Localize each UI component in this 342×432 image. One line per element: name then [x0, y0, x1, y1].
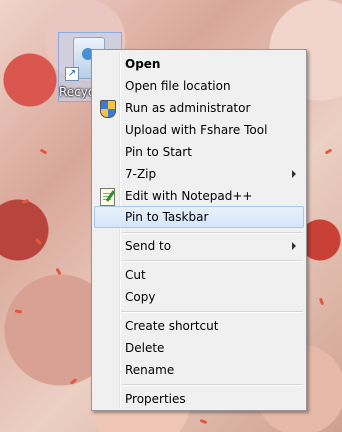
menu-item-label: Send to — [125, 239, 172, 253]
menu-item-label: Create shortcut — [125, 319, 219, 333]
menu-item-label: Copy — [125, 290, 156, 304]
menu-item-run-as-administrator[interactable]: Run as administrator — [94, 97, 304, 119]
background-sprinkle — [39, 148, 48, 155]
menu-item-rename[interactable]: Rename — [94, 359, 304, 381]
menu-item-label: Pin to Start — [125, 145, 192, 159]
menu-item-create-shortcut[interactable]: Create shortcut — [94, 315, 304, 337]
background-sprinkle — [324, 148, 333, 155]
uac-shield-icon — [100, 100, 116, 118]
background-sprinkle — [14, 309, 23, 314]
menu-item-edit-with-notepadpp[interactable]: Edit with Notepad++ — [94, 185, 304, 207]
submenu-arrow-icon — [292, 242, 296, 250]
menu-item-label: Upload with Fshare Tool — [125, 123, 268, 137]
menu-item-cut[interactable]: Cut — [94, 264, 304, 286]
menu-item-label: 7-Zip — [125, 167, 157, 181]
menu-item-send-to[interactable]: Send to — [94, 235, 304, 257]
background-sprinkle — [318, 297, 325, 306]
menu-item-upload-fshare[interactable]: Upload with Fshare Tool — [94, 119, 304, 141]
background-sprinkle — [55, 267, 62, 276]
menu-item-label: Open file location — [125, 79, 231, 93]
menu-item-pin-to-start[interactable]: Pin to Start — [94, 141, 304, 163]
menu-item-open-file-location[interactable]: Open file location — [94, 75, 304, 97]
menu-item-label: Properties — [125, 392, 186, 406]
menu-item-label: Cut — [125, 268, 146, 282]
background-sprinkle — [199, 418, 208, 425]
menu-item-open[interactable]: Open — [94, 53, 304, 75]
menu-item-label: Edit with Notepad++ — [125, 189, 253, 203]
menu-separator — [121, 260, 303, 262]
shortcut-arrow-icon: ↗ — [65, 67, 79, 81]
menu-item-properties[interactable]: Properties — [94, 388, 304, 410]
submenu-arrow-icon — [292, 170, 296, 178]
menu-separator — [121, 311, 303, 313]
menu-separator — [121, 384, 303, 386]
menu-item-label: Run as administrator — [125, 101, 251, 115]
background-sprinkle — [34, 237, 43, 246]
background-sprinkle — [69, 378, 78, 385]
menu-item-pin-to-taskbar[interactable]: Pin to Taskbar — [94, 206, 304, 228]
menu-item-delete[interactable]: Delete — [94, 337, 304, 359]
menu-separator — [121, 232, 303, 234]
notepadpp-icon — [100, 188, 115, 206]
menu-item-7zip[interactable]: 7-Zip — [94, 163, 304, 185]
menu-item-label: Pin to Taskbar — [125, 210, 209, 224]
context-menu: Open Open file location Run as administr… — [91, 49, 307, 411]
menu-item-label: Delete — [125, 341, 165, 355]
menu-item-copy[interactable]: Copy — [94, 286, 304, 308]
menu-item-label: Open — [125, 57, 161, 71]
background-sprinkle — [21, 198, 30, 205]
menu-item-label: Rename — [125, 363, 175, 377]
